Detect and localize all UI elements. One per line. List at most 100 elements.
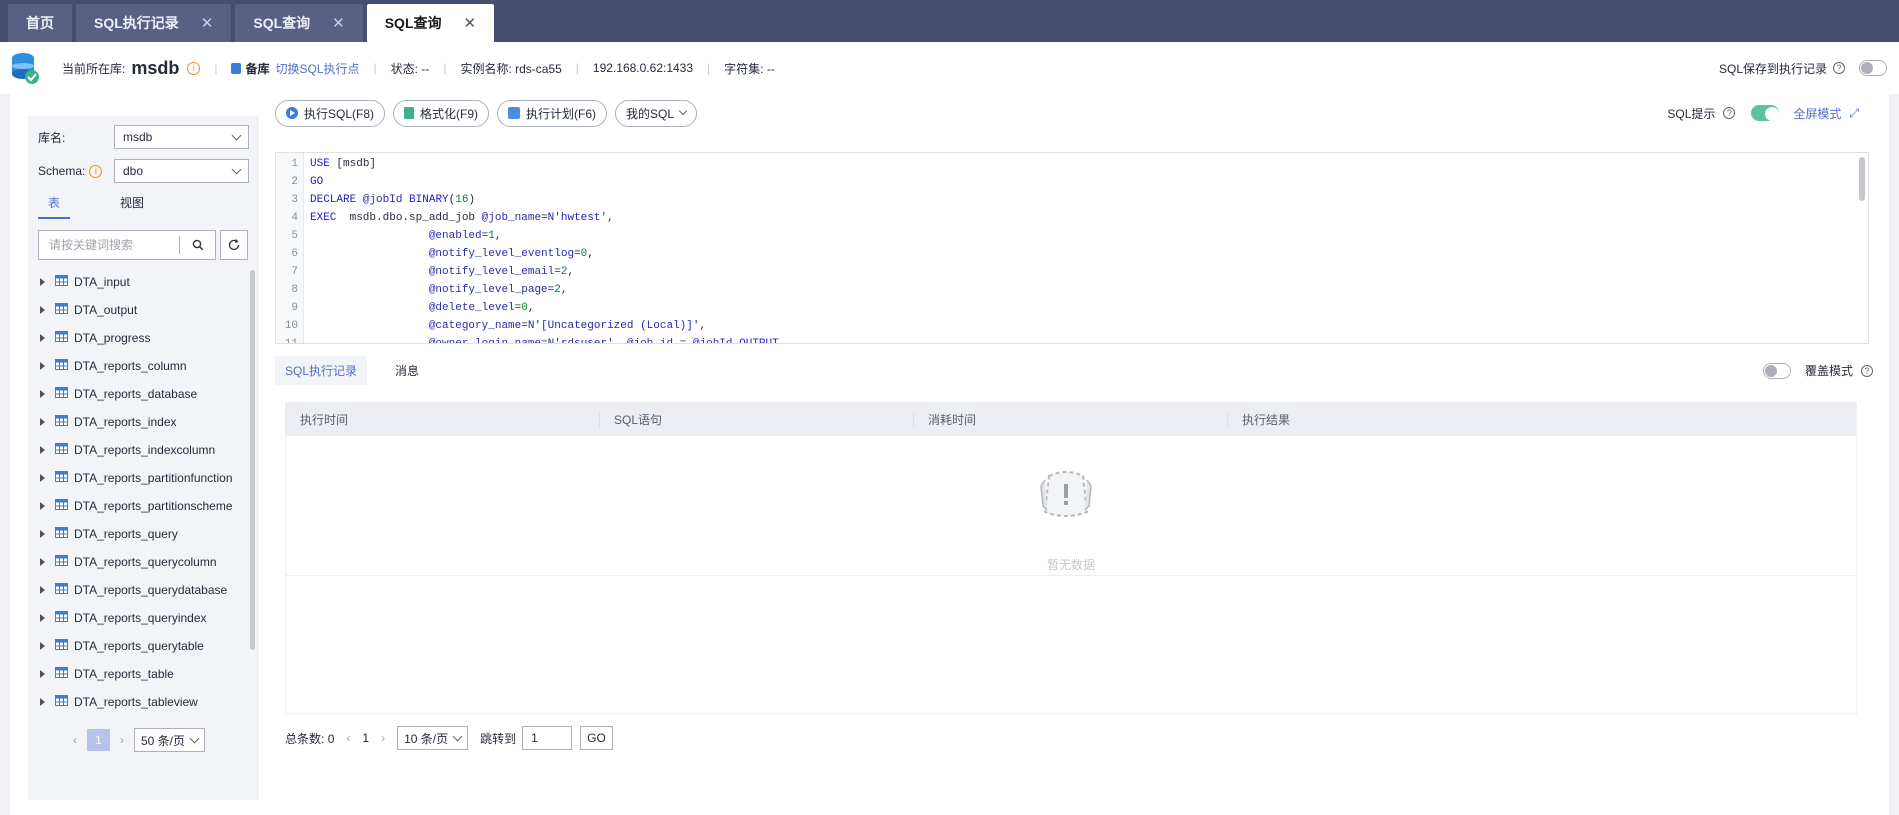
expand-arrow-icon[interactable] (40, 278, 45, 286)
tab-tables[interactable]: 表 (38, 194, 71, 219)
my-sql-dropdown[interactable]: 我的SQL (615, 99, 698, 127)
expand-arrow-icon[interactable] (40, 614, 45, 622)
code-line[interactable]: 4 EXEC msdb.dbo.sp_add_job @job_name=N'hw… (276, 209, 1868, 227)
code-line[interactable]: 6 @notify_level_eventlog=0, (276, 245, 1868, 263)
code-line[interactable]: 8 @notify_level_page=2, (276, 281, 1868, 299)
page-size-select[interactable]: 10 条/页 (397, 726, 469, 750)
tree-item-table[interactable]: DTA_reports_table (28, 660, 246, 688)
expand-arrow-icon[interactable] (40, 334, 45, 342)
tree-item-table[interactable]: DTA_reports_column (28, 352, 246, 380)
tree-item-table[interactable]: DTA_reports_querydatabase (28, 576, 246, 604)
execute-sql-label: 执行SQL(F8) (304, 106, 375, 121)
column-header[interactable]: 执行结果 (1228, 411, 1542, 429)
current-page[interactable]: 1 (362, 731, 369, 745)
tab-views[interactable]: 视图 (110, 194, 154, 219)
code-line[interactable]: 5 @enabled=1, (276, 227, 1868, 245)
help-icon[interactable]: ? (1861, 364, 1873, 377)
save-to-history-toggle[interactable] (1859, 60, 1887, 76)
schema-select[interactable]: dbo (114, 159, 249, 183)
close-icon[interactable]: ✕ (201, 14, 214, 32)
db-select[interactable]: msdb (114, 125, 249, 149)
expand-arrow-icon[interactable] (40, 586, 45, 594)
code-line[interactable]: 1 USE [msdb] (276, 155, 1868, 173)
tree-item-table[interactable]: DTA_output (28, 296, 246, 324)
tree-item-table[interactable]: DTA_reports_tableview (28, 688, 246, 713)
editor-scrollbar[interactable] (1859, 157, 1865, 201)
expand-arrow-icon[interactable] (40, 390, 45, 398)
code-line[interactable]: 11 @owner_login_name=N'rdsuser', @job_id… (276, 335, 1868, 343)
tree-item-table[interactable]: DTA_reports_indexcolumn (28, 436, 246, 464)
code-line[interactable]: 2 GO (276, 173, 1868, 191)
tree-item-table[interactable]: DTA_reports_querycolumn (28, 548, 246, 576)
expand-arrow-icon[interactable] (40, 670, 45, 678)
expand-arrow-icon[interactable] (40, 474, 45, 482)
current-page[interactable]: 1 (87, 729, 110, 751)
tree-scrollbar[interactable] (250, 270, 255, 650)
tree-item-table[interactable]: DTA_reports_partitionfunction (28, 464, 246, 492)
column-header[interactable]: 执行时间 (286, 410, 600, 429)
tree-pager: ‹ 1 › 50 条/页 (73, 728, 206, 752)
code-line[interactable]: 3 DECLARE @jobId BINARY(16) (276, 191, 1868, 209)
tree-item-label: DTA_reports_table (74, 667, 174, 681)
next-page-icon[interactable]: › (381, 731, 385, 745)
page-size-select[interactable]: 50 条/页 (134, 728, 206, 752)
expand-arrow-icon[interactable] (40, 502, 45, 510)
line-number: 8 (291, 284, 298, 296)
sql-hint-toggle[interactable] (1751, 105, 1780, 121)
tree-item-table[interactable]: DTA_progress (28, 324, 246, 352)
cover-mode-toggle[interactable] (1762, 362, 1791, 379)
code-line[interactable]: 10 @category_name=N'[Uncategorized (Loca… (276, 317, 1868, 335)
jump-page-input[interactable]: 1 (522, 726, 573, 750)
tree-item-table[interactable]: DTA_input (28, 268, 246, 296)
expand-arrow-icon[interactable] (40, 306, 45, 314)
expand-arrow-icon[interactable] (40, 446, 45, 454)
execute-sql-button[interactable]: 执行SQL(F8) (275, 99, 386, 127)
prev-page-icon[interactable]: ‹ (73, 733, 77, 747)
tree-item-table[interactable]: DTA_reports_index (28, 408, 246, 436)
code-text: @delete_level=0, (428, 302, 535, 314)
sql-hint-label: SQL提示 (1667, 106, 1716, 121)
warning-icon[interactable]: i (187, 61, 201, 75)
tab-sql-query-2[interactable]: SQL查询 ✕ (366, 4, 495, 42)
tab-sql-query-1[interactable]: SQL查询 ✕ (235, 4, 363, 42)
expand-arrow-icon[interactable] (40, 558, 45, 566)
fullscreen-icon[interactable]: ⤢ (1849, 106, 1859, 121)
tree-item-table[interactable]: DTA_reports_queryindex (28, 604, 246, 632)
tab-home[interactable]: 首页 (8, 4, 72, 42)
sql-editor[interactable]: 1 USE [msdb] 2 GO 3 DECLARE @jobId BINARY(16)… (275, 152, 1869, 344)
fullscreen-link[interactable]: 全屏模式 (1793, 105, 1841, 122)
tab-sql-exec-history[interactable]: SQL执行记录 ✕ (76, 4, 232, 42)
column-header[interactable]: 消耗时间 (914, 410, 1228, 429)
go-button[interactable]: GO (580, 726, 613, 750)
format-button[interactable]: 格式化(F9) (393, 99, 490, 127)
help-icon[interactable]: ? (1833, 62, 1845, 74)
close-icon[interactable]: ✕ (332, 14, 345, 32)
table-icon (55, 499, 68, 513)
execution-plan-button[interactable]: 执行计划(F6) (497, 99, 608, 127)
refresh-icon[interactable] (220, 230, 248, 260)
column-header[interactable]: SQL语句 (600, 410, 914, 429)
expand-arrow-icon[interactable] (40, 530, 45, 538)
tab-exec-history[interactable]: SQL执行记录 (275, 356, 368, 385)
tree-item-table[interactable]: DTA_reports_partitionscheme (28, 492, 246, 520)
search-icon[interactable] (179, 236, 215, 254)
chevron-down-icon (678, 106, 688, 116)
my-sql-label: 我的SQL (626, 106, 675, 121)
help-icon[interactable]: ? (1723, 107, 1736, 119)
tree-item-table[interactable]: DTA_reports_query (28, 520, 246, 548)
next-page-icon[interactable]: › (120, 733, 124, 747)
search-input[interactable] (39, 232, 179, 258)
expand-arrow-icon[interactable] (40, 362, 45, 370)
switch-exec-point-link[interactable]: 切换SQL执行点 (276, 60, 360, 77)
close-icon[interactable]: ✕ (464, 14, 477, 32)
expand-arrow-icon[interactable] (40, 418, 45, 426)
code-line[interactable]: 7 @notify_level_email=2, (276, 263, 1868, 281)
prev-page-icon[interactable]: ‹ (346, 731, 350, 745)
warning-icon[interactable]: i (89, 164, 103, 178)
expand-arrow-icon[interactable] (40, 698, 45, 706)
tree-item-table[interactable]: DTA_reports_querytable (28, 632, 246, 660)
tab-messages[interactable]: 消息 (385, 356, 429, 385)
code-line[interactable]: 9 @delete_level=0, (276, 299, 1868, 317)
tree-item-table[interactable]: DTA_reports_database (28, 380, 246, 408)
expand-arrow-icon[interactable] (40, 642, 45, 650)
